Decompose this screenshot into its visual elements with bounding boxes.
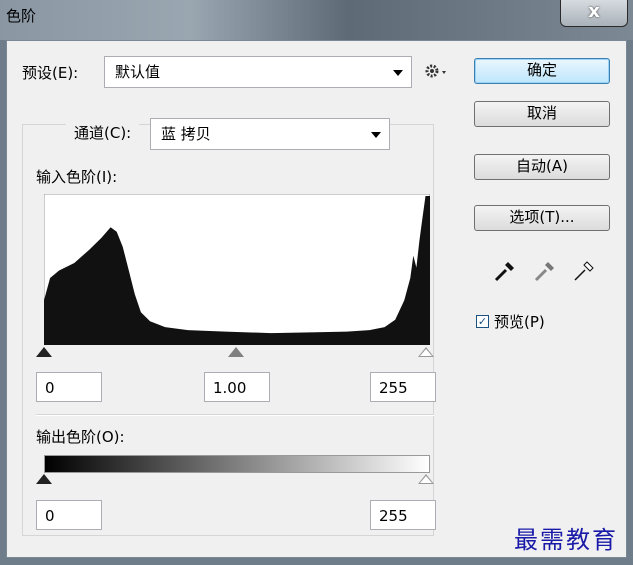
output-high-slider[interactable] (418, 474, 434, 484)
preset-dropdown[interactable]: 默认值 (104, 56, 412, 88)
output-levels-label: 输出色阶(O): (36, 428, 125, 446)
chevron-down-icon (371, 132, 381, 138)
histogram (44, 194, 430, 345)
output-gradient-bar (44, 455, 430, 473)
cancel-button[interactable]: 取消 (474, 101, 610, 127)
input-gamma-slider[interactable] (228, 347, 244, 357)
preset-label: 预设(E): (22, 64, 79, 82)
ok-button[interactable]: 确定 (474, 58, 610, 84)
output-low-slider[interactable] (36, 474, 52, 484)
watermark-text: 最需教育 (514, 526, 618, 554)
channel-label: 通道(C): (66, 118, 140, 148)
title-bar[interactable] (0, 0, 633, 40)
channel-value: 蓝 拷贝 (161, 125, 211, 143)
gear-icon[interactable] (424, 62, 450, 80)
preset-value: 默认值 (115, 63, 161, 81)
input-gamma-field[interactable]: 1.00 (204, 372, 270, 402)
input-shadow-slider[interactable] (36, 347, 52, 357)
chevron-down-icon (393, 70, 403, 76)
input-levels-label: 输入色阶(I): (36, 168, 118, 186)
white-eyedropper-icon[interactable] (571, 258, 595, 284)
separator (36, 414, 434, 416)
channel-dropdown[interactable]: 蓝 拷贝 (150, 118, 390, 150)
input-highlight-field[interactable]: 255 (370, 372, 436, 402)
gray-eyedropper-icon[interactable] (532, 258, 556, 284)
options-button[interactable]: 选项(T)... (474, 205, 610, 231)
preview-label: 预览(P) (494, 313, 545, 331)
auto-button[interactable]: 自动(A) (474, 154, 610, 180)
output-low-field[interactable]: 0 (36, 500, 102, 530)
window-title: 色阶 (6, 7, 37, 25)
output-high-field[interactable]: 255 (370, 500, 436, 530)
black-eyedropper-icon[interactable] (492, 258, 516, 284)
preview-checkbox[interactable]: ✓ (476, 315, 489, 328)
close-button[interactable]: x (560, 0, 628, 27)
input-shadow-field[interactable]: 0 (36, 372, 102, 402)
check-mark-icon: ✓ (477, 315, 488, 328)
input-highlight-slider[interactable] (418, 347, 434, 357)
